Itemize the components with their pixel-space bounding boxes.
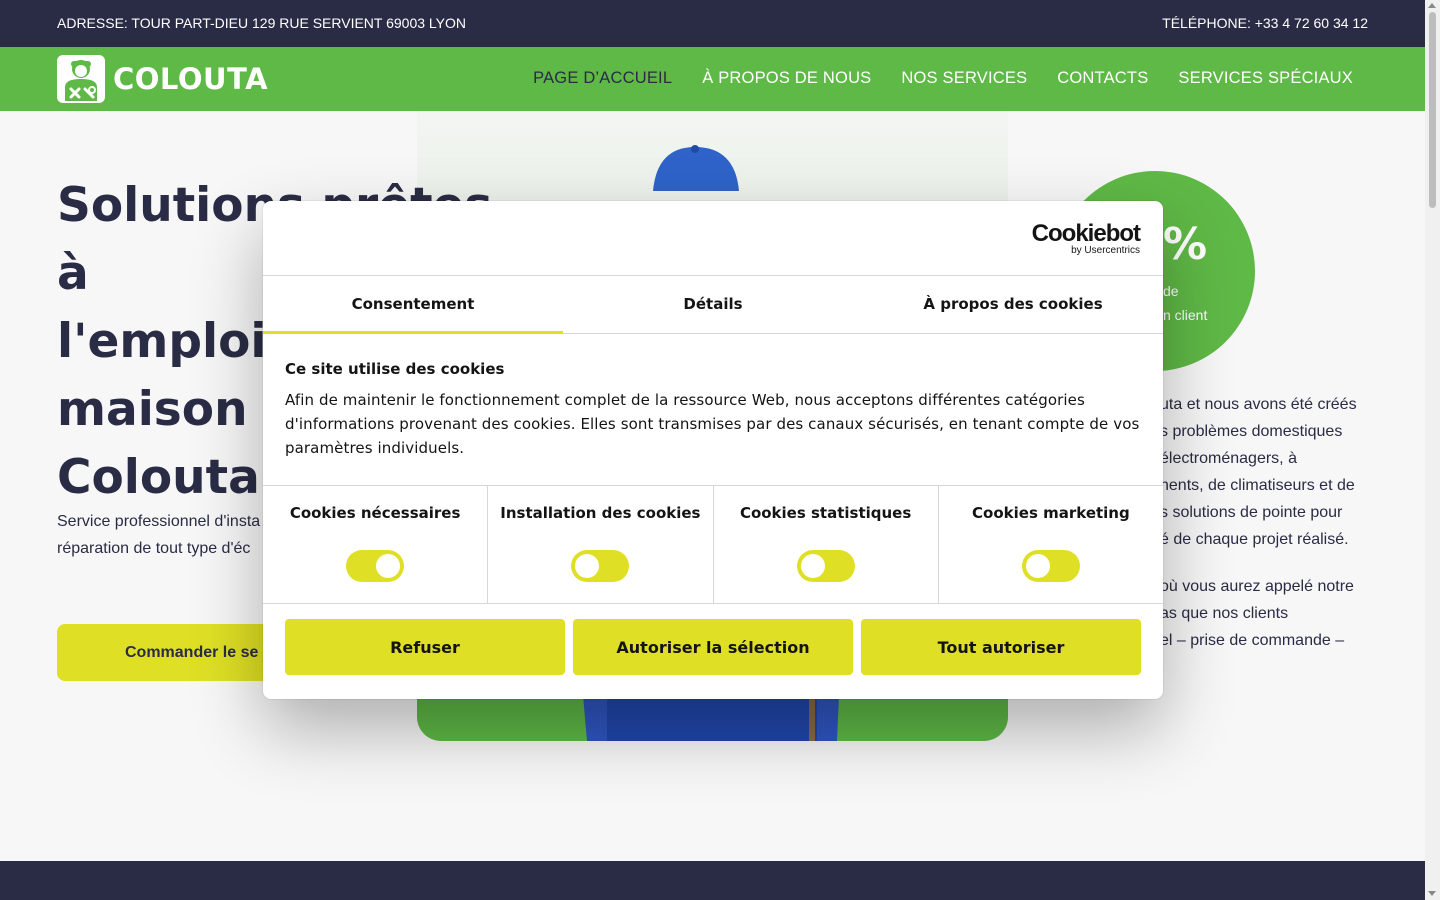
- stat-value: %: [1163, 219, 1208, 270]
- toggle-preferences[interactable]: [571, 550, 630, 582]
- cookie-dialog-body: Ce site utilise des cookies Afin de main…: [263, 334, 1163, 485]
- stat-label-line: n client: [1163, 307, 1208, 323]
- toggle-marketing[interactable]: [1021, 550, 1080, 582]
- category-necessary: Cookies nécessaires: [263, 486, 489, 603]
- tab-details[interactable]: Détails: [563, 276, 863, 333]
- stat-label: de n client: [1163, 279, 1253, 327]
- about-text: uta et nous avons été créés s problèmes …: [1160, 391, 1390, 674]
- nav-item-about[interactable]: À PROPOS DE NOUS: [702, 69, 871, 88]
- cookie-dialog-heading: Ce site utilise des cookies: [285, 360, 505, 378]
- address-text: ADRESSE: TOUR PART-DIEU 129 RUE SERVIENT…: [57, 15, 467, 31]
- phone-link[interactable]: TÉLÉPHONE: +33 4 72 60 34 12: [1162, 15, 1368, 31]
- about-line: électroménagers, à: [1160, 450, 1297, 467]
- about-paragraph-2: où vous aurez appelé notre as que nos cl…: [1160, 573, 1390, 654]
- toggle-knob: [1025, 554, 1050, 578]
- toggle-knob: [575, 554, 600, 578]
- site-logo[interactable]: COLOUTA: [57, 55, 268, 103]
- about-line: s solutions de pointe pour: [1160, 504, 1343, 521]
- category-label: Cookies nécessaires: [289, 504, 461, 522]
- nav-item-contacts[interactable]: CONTACTS: [1057, 69, 1148, 88]
- cookie-dialog-text: Afin de maintenir le fonctionnement comp…: [285, 391, 1140, 457]
- refuse-button[interactable]: Refuser: [285, 619, 565, 675]
- next-section-band: [0, 861, 1425, 900]
- toggle-knob: [376, 554, 401, 578]
- stat-label-line: de: [1163, 283, 1179, 299]
- category-label: Cookies marketing: [972, 504, 1130, 522]
- repairman-icon: [57, 55, 105, 103]
- nav-item-services[interactable]: NOS SERVICES: [901, 69, 1027, 88]
- nav-item-special-services[interactable]: SERVICES SPÉCIAUX: [1178, 69, 1353, 88]
- main-nav: PAGE D’ACCUEIL À PROPOS DE NOUS NOS SERV…: [533, 69, 1353, 88]
- about-line: nents, de climatiseurs et de: [1160, 477, 1355, 494]
- about-line: é de chaque projet réalisé.: [1160, 531, 1349, 548]
- cookie-consent-dialog: Cookiebot by Usercentrics Consentement D…: [263, 201, 1163, 699]
- about-line: as que nos clients: [1160, 605, 1289, 622]
- brand-name: COLOUTA: [113, 62, 269, 96]
- about-line: el – prise de commande –: [1160, 632, 1345, 649]
- cookie-categories: Cookies nécessaires Installation des coo…: [263, 485, 1163, 604]
- category-statistics: Cookies statistiques: [714, 486, 939, 603]
- category-label: Installation des cookies: [500, 504, 701, 522]
- category-label: Cookies statistiques: [739, 504, 912, 522]
- allow-selection-button[interactable]: Autoriser la sélection: [573, 619, 853, 675]
- about-line: où vous aurez appelé notre: [1160, 578, 1354, 595]
- toggle-knob: [800, 554, 825, 578]
- about-paragraph-1: uta et nous avons été créés s problèmes …: [1160, 391, 1390, 553]
- nav-item-home[interactable]: PAGE D’ACCUEIL: [533, 69, 672, 88]
- top-info-bar: ADRESSE: TOUR PART-DIEU 129 RUE SERVIENT…: [0, 0, 1425, 47]
- about-line: s problèmes domestiques: [1160, 423, 1343, 440]
- scroll-down-icon[interactable]: [1428, 891, 1436, 896]
- toggle-necessary[interactable]: [346, 550, 405, 582]
- scrollbar-thumb[interactable]: [1429, 12, 1436, 208]
- tab-about-cookies[interactable]: À propos des cookies: [863, 276, 1163, 333]
- toggle-statistics[interactable]: [796, 550, 855, 582]
- allow-all-button[interactable]: Tout autoriser: [861, 619, 1141, 675]
- cookie-dialog-actions: Refuser Autoriser la sélection Tout auto…: [263, 604, 1163, 675]
- cookiebot-logo[interactable]: Cookiebot by Usercentrics: [1031, 220, 1141, 257]
- main-navbar: COLOUTA PAGE D’ACCUEIL À PROPOS DE NOUS …: [0, 47, 1425, 111]
- category-marketing: Cookies marketing: [939, 486, 1163, 603]
- page-scrollbar[interactable]: [1425, 0, 1440, 900]
- cookie-dialog-header: Cookiebot by Usercentrics: [263, 201, 1163, 276]
- category-preferences: Installation des cookies: [488, 486, 714, 603]
- scroll-up-icon[interactable]: [1428, 3, 1436, 8]
- cookie-dialog-tabs: Consentement Détails À propos des cookie…: [263, 276, 1163, 334]
- cookiebot-brand: Cookiebot: [1031, 220, 1141, 247]
- tab-consent[interactable]: Consentement: [263, 276, 563, 334]
- about-line: uta et nous avons été créés: [1160, 396, 1357, 413]
